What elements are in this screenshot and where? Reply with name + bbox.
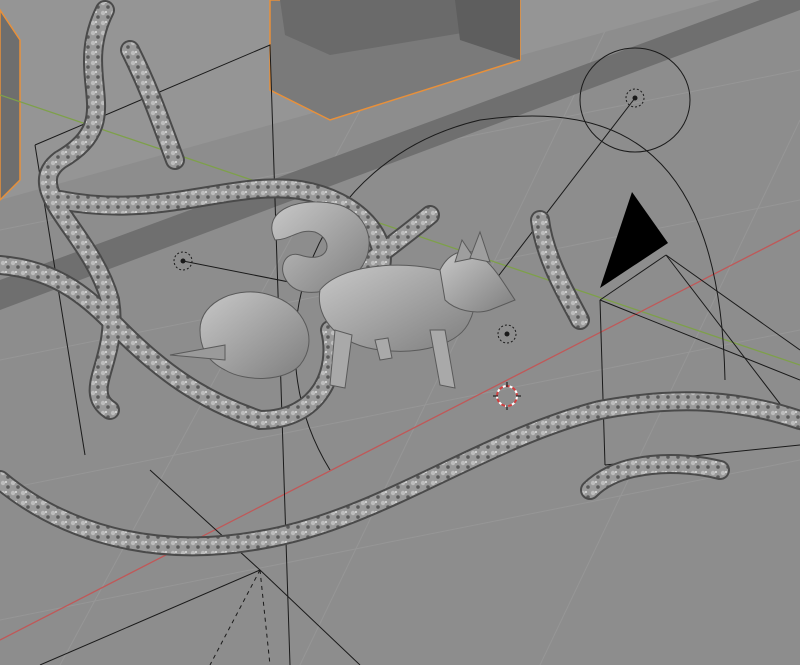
viewport-canvas[interactable] [0, 0, 800, 665]
3d-viewport[interactable] [0, 0, 800, 665]
